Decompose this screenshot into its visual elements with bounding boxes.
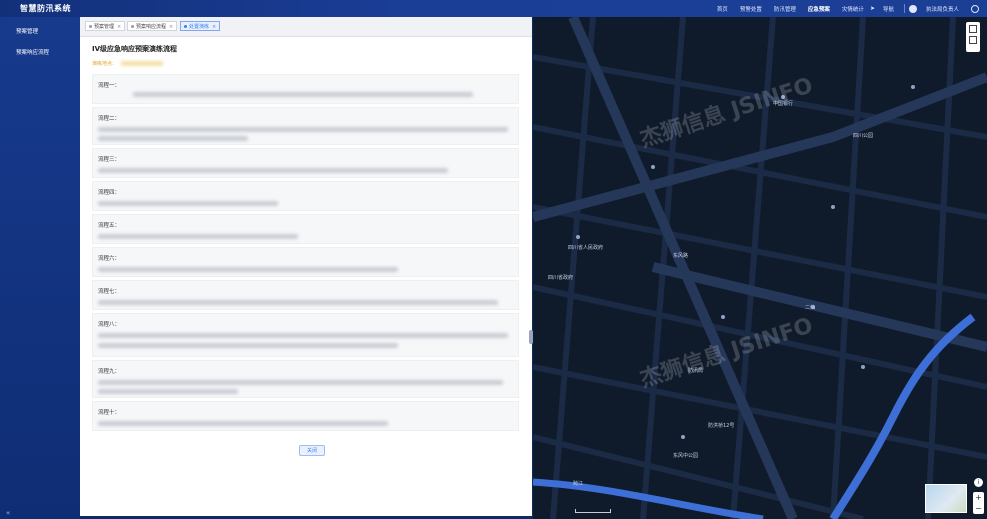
step-label: 流程九： — [98, 369, 121, 375]
step-label: 流程五： — [98, 223, 121, 229]
step-row: 流程四： — [92, 181, 519, 211]
tab-label: 预案管理 — [94, 24, 115, 30]
map-label: 四川省政府 — [548, 274, 573, 281]
redacted-text — [98, 234, 298, 239]
top-bar: 智慧防汛系统 首页 预警处置 防汛管理 应急预案 灾情统计 ➤ 导航 执法局负责… — [0, 0, 987, 17]
redacted-text — [98, 380, 503, 385]
nav-divider — [903, 4, 905, 13]
main-nav: 首页 预警处置 防汛管理 应急预案 灾情统计 ➤ 导航 执法局负责人 — [711, 0, 979, 17]
user-avatar-icon[interactable] — [908, 4, 917, 13]
nav-item-stats[interactable]: 灾情统计 — [842, 5, 864, 13]
tab-bar: 预案管理 × 预案响应流程 × 处置演练 × — [80, 17, 532, 37]
drill-location-label: 演练地点： — [92, 61, 118, 67]
nav-item-flood[interactable]: 防汛管理 — [774, 5, 796, 13]
tab-label: 预案响应流程 — [136, 24, 167, 30]
scale-bar — [575, 509, 611, 513]
redacted-text — [98, 343, 398, 348]
step-row: 流程六： — [92, 247, 519, 277]
tab-drill[interactable]: 处置演练 × — [180, 21, 221, 31]
close-icon[interactable]: × — [117, 24, 121, 30]
sidebar-item-response-flow[interactable]: 预案响应流程 — [16, 48, 49, 56]
layers-icon[interactable] — [969, 25, 977, 33]
zoom-in-icon[interactable]: + — [973, 492, 984, 503]
map-label: 四川公园 — [853, 133, 873, 139]
tab-dot-icon — [131, 25, 134, 28]
step-label: 流程七： — [98, 289, 121, 295]
main-content: 预案管理 × 预案响应流程 × 处置演练 × IV级应急响应预案演练流程 演练地点： … — [80, 17, 532, 516]
redacted-text — [98, 136, 248, 141]
sidebar-item-plan-management[interactable]: 预案管理 — [16, 27, 38, 35]
basemap-thumbnail[interactable] — [925, 484, 967, 513]
map-label: 四川省人民政府 — [568, 244, 603, 251]
redacted-text — [98, 300, 498, 305]
nav-item-home[interactable]: 首页 — [717, 5, 728, 13]
nav-navigation[interactable]: 导航 — [883, 5, 894, 13]
map-label: 东风中公园 — [673, 452, 698, 459]
user-name[interactable]: 执法局负责人 — [926, 5, 959, 13]
map-label: 防洪桥12号 — [708, 422, 734, 429]
step-label: 流程六： — [98, 256, 121, 262]
info-icon[interactable]: i — [974, 478, 983, 487]
redacted-text — [98, 168, 448, 173]
page-title: IV级应急响应预案演练流程 — [92, 45, 178, 53]
tab-label: 处置演练 — [189, 24, 210, 30]
close-icon[interactable]: × — [212, 24, 216, 30]
redacted-text — [98, 267, 398, 272]
tab-response-flow[interactable]: 预案响应流程 × — [127, 21, 178, 31]
redacted-text — [121, 61, 164, 66]
map-canvas[interactable]: 四川省人民政府 四川省政府 东风路 二仙 防汛局 防洪桥12号 东风中公园 跨江… — [533, 17, 987, 519]
nav-item-warning[interactable]: 预警处置 — [740, 5, 762, 13]
zoom-out-icon[interactable]: − — [973, 503, 984, 514]
map-label: 二仙 — [805, 304, 815, 311]
map-label: 跨江 — [573, 480, 583, 487]
step-label: 流程八： — [98, 322, 121, 328]
close-icon[interactable]: × — [169, 24, 173, 30]
map-label: 东风路 — [673, 252, 688, 259]
step-label: 流程四： — [98, 190, 121, 196]
map-view[interactable]: 四川省人民政府 四川省政府 东风路 二仙 防汛局 防洪桥12号 东风中公园 跨江… — [533, 17, 987, 519]
step-row: 流程八： — [92, 313, 519, 357]
map-tool-panel — [966, 22, 980, 52]
step-row: 流程五： — [92, 214, 519, 244]
redacted-text — [98, 201, 278, 206]
step-row: 流程三： — [92, 148, 519, 178]
collapse-icon[interactable]: « — [6, 509, 10, 517]
step-label: 流程三： — [98, 157, 121, 163]
app-title: 智慧防汛系统 — [20, 4, 71, 13]
redacted-text — [98, 333, 508, 338]
tab-dot-icon — [184, 25, 187, 28]
drill-detail-card: IV级应急响应预案演练流程 演练地点： 流程一： 流程二： 流程三： 流程四： … — [86, 39, 527, 516]
step-row: 流程一： — [92, 74, 519, 104]
zoom-control: + − — [973, 492, 984, 514]
step-row: 流程二： — [92, 107, 519, 145]
sidebar: 预案管理 预案响应流程 « — [0, 17, 80, 519]
drill-location: 演练地点： — [92, 60, 164, 67]
globe-icon[interactable] — [971, 4, 979, 13]
redacted-text — [133, 92, 473, 97]
tab-dot-icon — [89, 25, 92, 28]
basemap-icon[interactable] — [969, 36, 977, 44]
close-button[interactable]: 关闭 — [299, 445, 325, 456]
redacted-text — [98, 389, 238, 394]
redacted-text — [98, 127, 508, 132]
navigation-arrow-icon[interactable]: ➤ — [870, 5, 875, 12]
tab-plan-management[interactable]: 预案管理 × — [85, 21, 126, 31]
step-label: 流程十： — [98, 410, 121, 416]
step-row: 流程十： — [92, 401, 519, 431]
step-label: 流程一： — [98, 83, 121, 89]
nav-item-plan[interactable]: 应急预案 — [808, 5, 830, 13]
step-label: 流程二： — [98, 116, 121, 122]
redacted-text — [98, 421, 388, 426]
step-row: 流程七： — [92, 280, 519, 310]
step-row: 流程九： — [92, 360, 519, 398]
